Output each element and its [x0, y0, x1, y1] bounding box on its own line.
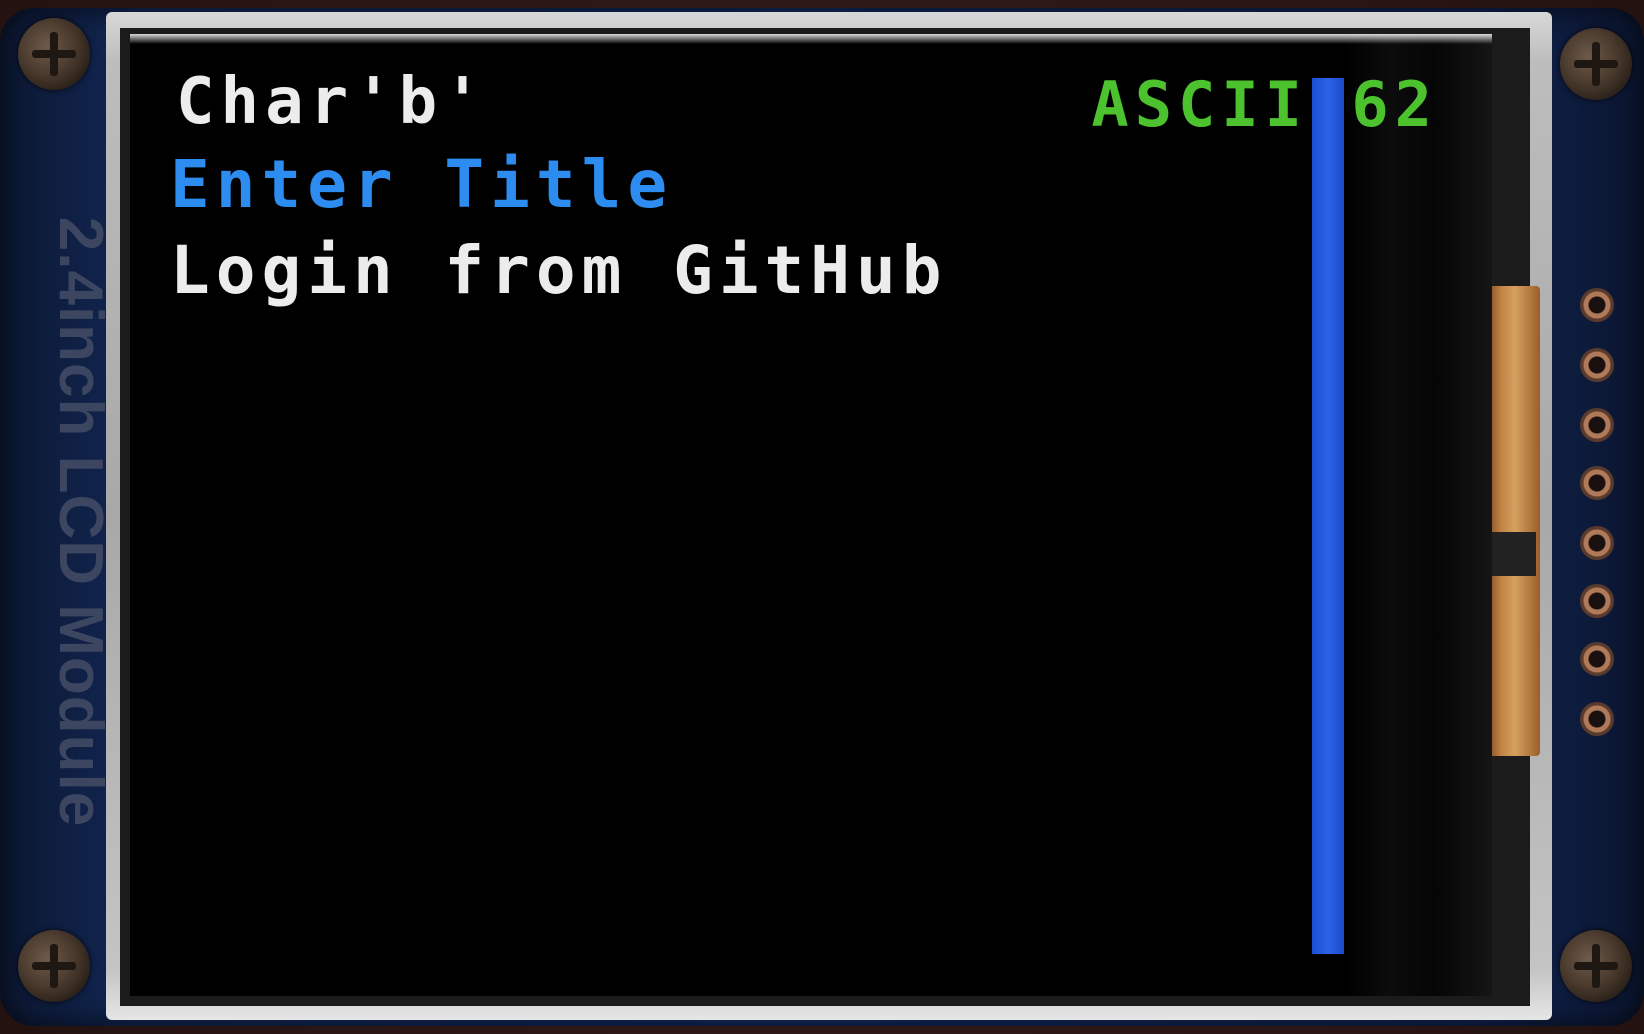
- ascii-readout: ASCII:62: [1091, 68, 1438, 141]
- scrollbar-thumb[interactable]: [1312, 78, 1344, 954]
- screw-icon: [18, 930, 90, 1002]
- screw-icon: [18, 18, 90, 90]
- header-pin-icon: [1580, 348, 1614, 382]
- screen-edge-shadow: [1346, 34, 1492, 996]
- scrollbar[interactable]: [1312, 78, 1344, 954]
- header-pin-icon: [1580, 408, 1614, 442]
- flex-chip: [1490, 532, 1536, 576]
- menu-item-login-github[interactable]: Login from GitHub: [170, 238, 948, 304]
- header-pin-icon: [1580, 526, 1614, 560]
- photo-stage: 2.4inch LCD Module Char'b' ASCII:62 Ente…: [0, 0, 1644, 1034]
- header-pin-icon: [1580, 584, 1614, 618]
- char-readout: Char'b': [176, 65, 488, 139]
- menu-item-enter-title[interactable]: Enter Title: [170, 152, 673, 218]
- screen-glare: [130, 34, 1492, 44]
- screw-icon: [1560, 930, 1632, 1002]
- header-pin-icon: [1580, 702, 1614, 736]
- header-pin-icon: [1580, 642, 1614, 676]
- lcd-screen: Char'b' ASCII:62 Enter Title Login from …: [130, 34, 1492, 996]
- flex-cable: [1484, 286, 1540, 756]
- screw-icon: [1560, 28, 1632, 100]
- header-pin-icon: [1580, 466, 1614, 500]
- header-pin-icon: [1580, 288, 1614, 322]
